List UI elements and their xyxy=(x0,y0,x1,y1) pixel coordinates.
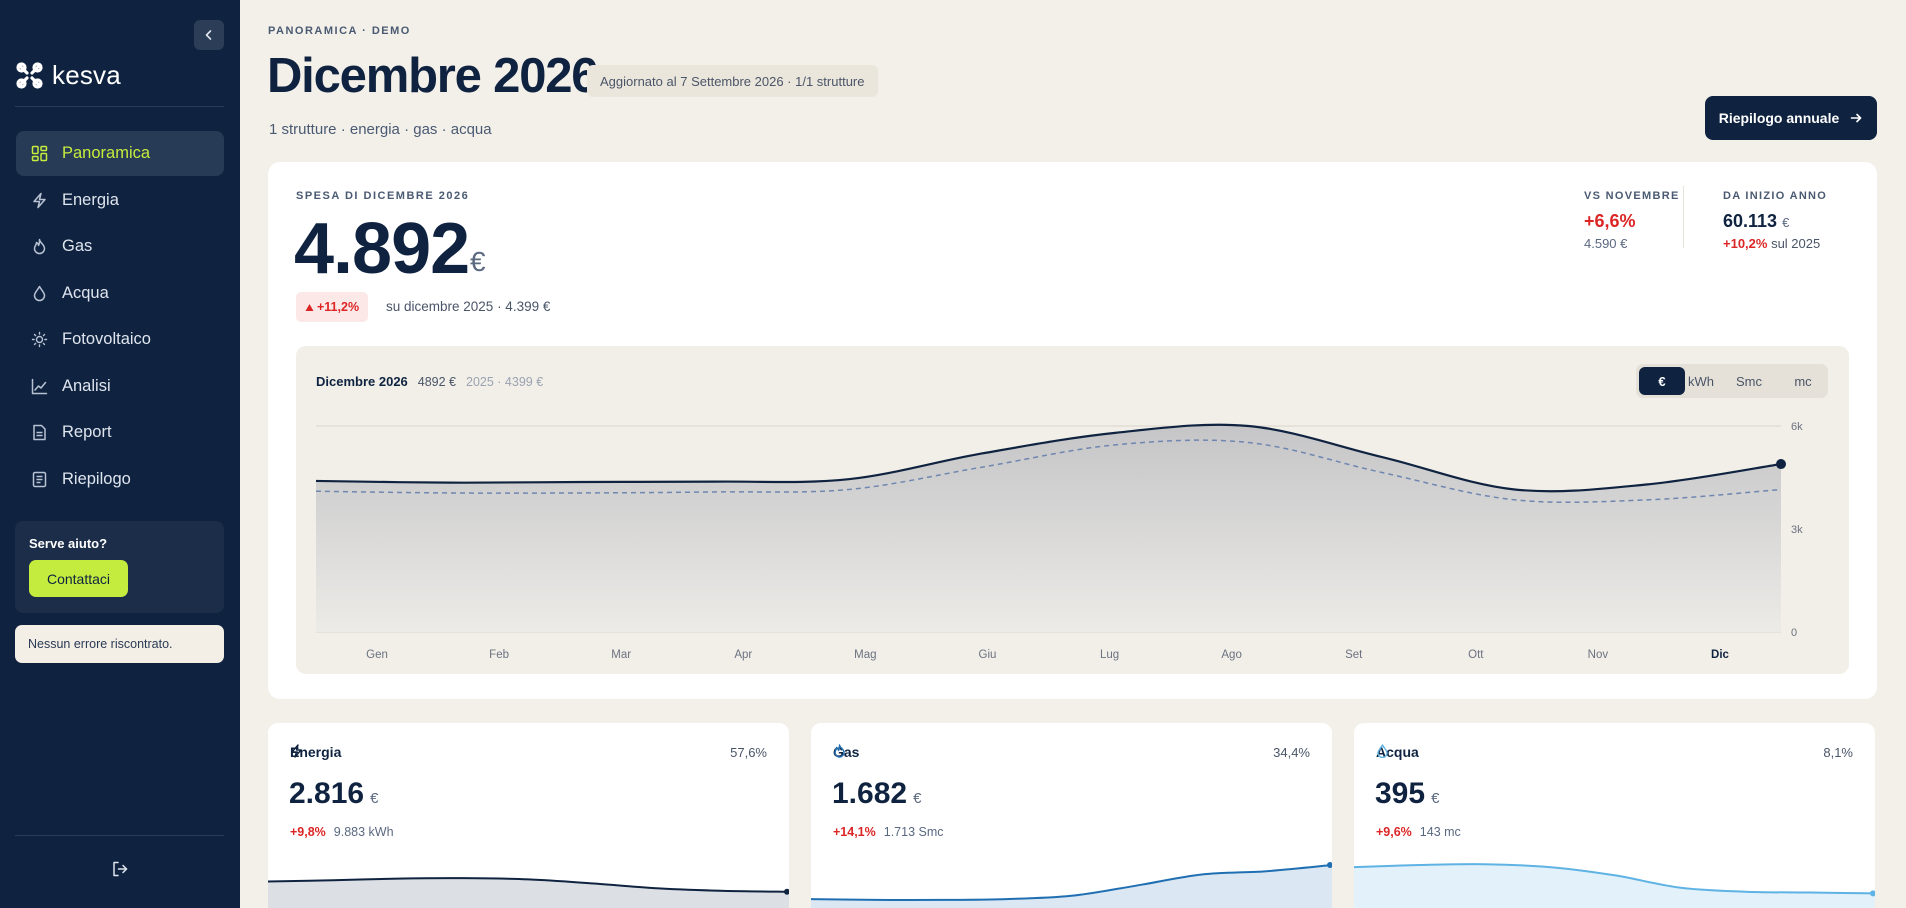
sidebar-item-label: Gas xyxy=(62,237,93,255)
sidebar-divider xyxy=(15,835,224,836)
current-month-point[interactable] xyxy=(1776,459,1786,470)
delta-value: +11,2% xyxy=(317,300,360,314)
status-message: Nessun errore riscontrato. xyxy=(15,625,224,663)
grid-icon xyxy=(30,145,48,163)
logout-icon xyxy=(113,861,128,877)
arrow-right-icon xyxy=(1850,113,1862,123)
ytd-delta: +10,2% xyxy=(1723,236,1768,251)
x-tick-label: Ott xyxy=(1468,649,1484,661)
sidebar-item-gas[interactable]: Gas xyxy=(16,224,224,269)
kpi-label: DA INIZIO ANNO xyxy=(1723,190,1828,202)
chevron-left-icon xyxy=(205,30,212,40)
kpi-sub: 4.590 € xyxy=(1584,236,1628,251)
trend-icon xyxy=(30,377,48,395)
ytd-currency: € xyxy=(1782,215,1790,230)
card-acqua[interactable]: Acqua 8,1% 395 € +9,6% 143 mc xyxy=(1354,723,1875,908)
sidebar-item-label: Panoramica xyxy=(62,144,151,162)
flame-icon xyxy=(30,238,48,256)
kesva-logo-icon xyxy=(16,62,43,89)
help-title: Serve aiuto? xyxy=(29,536,108,551)
ytd-note: sul 2025 xyxy=(1771,236,1821,251)
sidebar-item-energia[interactable]: Energia xyxy=(16,178,224,223)
page-title: Dicembre 2026 xyxy=(267,49,599,103)
list-icon xyxy=(30,470,48,488)
logout-button[interactable] xyxy=(108,857,132,881)
sidebar-item-report[interactable]: Report xyxy=(16,410,224,455)
spend-label: SPESA DI DICEMBRE 2026 xyxy=(296,190,470,202)
card-sparkline xyxy=(1354,863,1875,908)
annual-summary-label: Riepilogo annuale xyxy=(1718,110,1840,126)
kpi-value: 60.113 € xyxy=(1723,211,1827,232)
delta-badge: +11,2% xyxy=(296,292,369,322)
page-eyebrow: PANORAMICA · DEMO xyxy=(268,25,411,37)
sidebar-item-label: Report xyxy=(62,423,112,441)
y-tick-label: 0 xyxy=(1791,627,1797,639)
y-tick-label: 6k xyxy=(1791,421,1803,433)
x-tick-label: Lug xyxy=(1100,649,1119,661)
sidebar-item-label: Acqua xyxy=(62,283,109,302)
sidebar-nav: Panoramica Energia Gas Acqua Fotovoltaic… xyxy=(16,131,224,503)
sidebar-divider xyxy=(15,106,224,107)
card-sparkline xyxy=(811,862,1332,908)
x-tick-label: Set xyxy=(1345,649,1363,661)
delta-note: su dicembre 2025 · 4.399 € xyxy=(386,299,551,314)
sidebar-item-riepilogo[interactable]: Riepilogo xyxy=(16,457,224,502)
sparkline-area xyxy=(268,878,789,908)
y-tick-label: 3k xyxy=(1791,524,1803,536)
sun-icon xyxy=(30,331,48,349)
x-tick-label: Ago xyxy=(1221,649,1241,661)
x-tick-label: Giu xyxy=(979,649,997,661)
sidebar-item-panoramica[interactable]: Panoramica xyxy=(16,131,224,176)
current-series-area xyxy=(316,424,1781,632)
sparkline-area xyxy=(1354,864,1875,908)
main-content: PANORAMICA · DEMO Dicembre 2026 Aggiorna… xyxy=(240,0,1906,908)
help-card: Serve aiuto? Contattaci xyxy=(15,521,224,613)
droplet-icon xyxy=(30,284,48,302)
card-energia[interactable]: Energia 57,6% 2.816 € +9,8% 9.883 kWh xyxy=(268,723,789,908)
brand-logo[interactable]: kesva xyxy=(15,60,121,91)
bolt-icon xyxy=(30,191,48,209)
spend-summary-card: SPESA DI DICEMBRE 2026 4.892 € +11,2% su… xyxy=(268,162,1877,699)
x-tick-label: Apr xyxy=(734,649,752,661)
sidebar-item-analisi[interactable]: Analisi xyxy=(16,364,224,409)
kpi-sub: +10,2% sul 2025 xyxy=(1723,236,1827,251)
x-tick-label: Mar xyxy=(611,649,631,661)
collapse-sidebar-button[interactable] xyxy=(194,20,224,50)
document-icon xyxy=(30,424,48,442)
x-tick-label: Gen xyxy=(366,649,388,661)
x-tick-label: Nov xyxy=(1588,649,1609,661)
page-subtitle: 1 strutture · energia · gas · acqua xyxy=(269,121,492,138)
monthly-spend-chart: 6k 3k 0 Gen Feb Mar Apr Mag Giu Lug Ago Set Ott Nov Di… xyxy=(315,421,1803,661)
card-gas[interactable]: Gas 34,4% 1.682 € +14,1% 1.713 Smc xyxy=(811,723,1332,908)
triangle-up-icon xyxy=(305,303,314,311)
sidebar-item-label: Energia xyxy=(62,190,119,209)
brand-name: kesva xyxy=(52,60,121,90)
x-tick-label: Feb xyxy=(489,649,509,661)
sidebar-item-label: Riepilogo xyxy=(62,469,131,488)
sidebar-item-label: Fotovoltaico xyxy=(62,330,151,348)
kpi-value: +6,6% xyxy=(1584,211,1636,231)
monthly-chart-panel: Dicembre 2026 4892 € 2025 · 4399 € € kWh… xyxy=(296,346,1849,674)
sidebar-item-fotovoltaico[interactable]: Fotovoltaico xyxy=(16,317,224,362)
kpi-year-to-date: DA INIZIO ANNO 60.113 € +10,2% sul 2025 xyxy=(1723,190,1827,251)
ytd-value: 60.113 xyxy=(1723,211,1778,231)
sidebar-item-acqua[interactable]: Acqua xyxy=(16,271,224,316)
x-tick-label: Dic xyxy=(1711,649,1730,661)
kpi-divider xyxy=(1683,186,1684,248)
contact-button[interactable]: Contattaci xyxy=(29,560,128,597)
sidebar-item-label: Analisi xyxy=(62,376,111,395)
sidebar: kesva Panoramica Energia Gas Acqua Fotov… xyxy=(0,0,240,908)
updated-badge: Aggiornato al 7 Settembre 2026 · 1/1 str… xyxy=(587,65,878,97)
spend-currency: € xyxy=(470,246,486,277)
kpi-vs-november: VS NOVEMBRE +6,6% 4.590 € xyxy=(1584,190,1680,251)
card-sparkline xyxy=(268,877,789,908)
annual-summary-button[interactable]: Riepilogo annuale xyxy=(1705,96,1877,140)
spend-value: 4.892 xyxy=(294,209,470,289)
x-tick-label: Mag xyxy=(854,649,876,661)
kpi-label: VS NOVEMBRE xyxy=(1584,190,1680,202)
